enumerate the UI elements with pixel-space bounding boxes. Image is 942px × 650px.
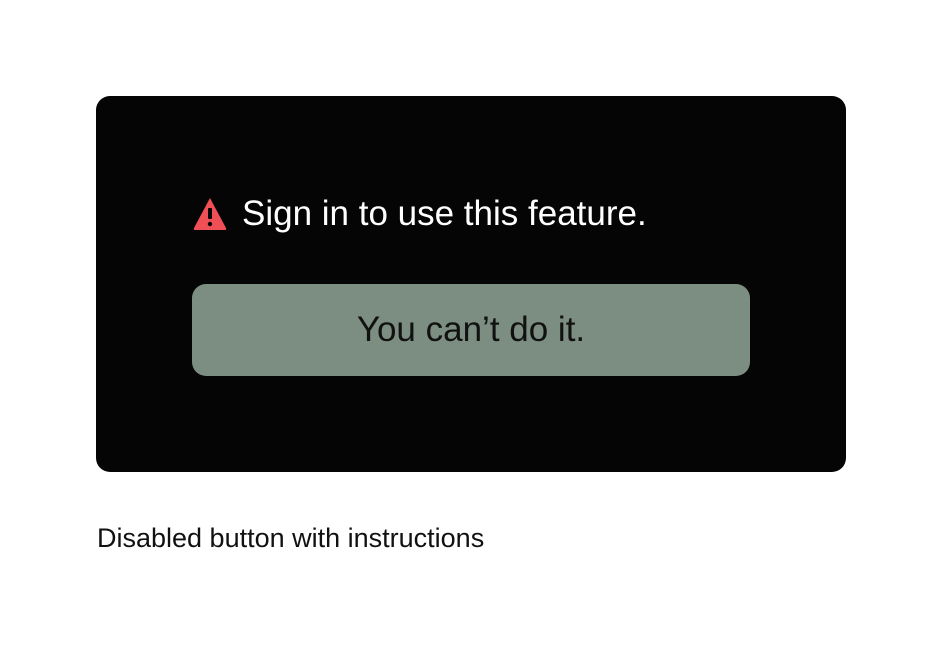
disabled-action-button[interactable]: You can’t do it. xyxy=(192,284,750,376)
disabled-button-example-card: Sign in to use this feature. You can’t d… xyxy=(96,96,846,472)
sign-in-warning: Sign in to use this feature. xyxy=(192,194,647,234)
warning-triangle-icon xyxy=(192,196,228,232)
warning-message: Sign in to use this feature. xyxy=(242,194,647,233)
example-caption: Disabled button with instructions xyxy=(97,523,485,553)
example-page: Sign in to use this feature. You can’t d… xyxy=(0,0,942,650)
